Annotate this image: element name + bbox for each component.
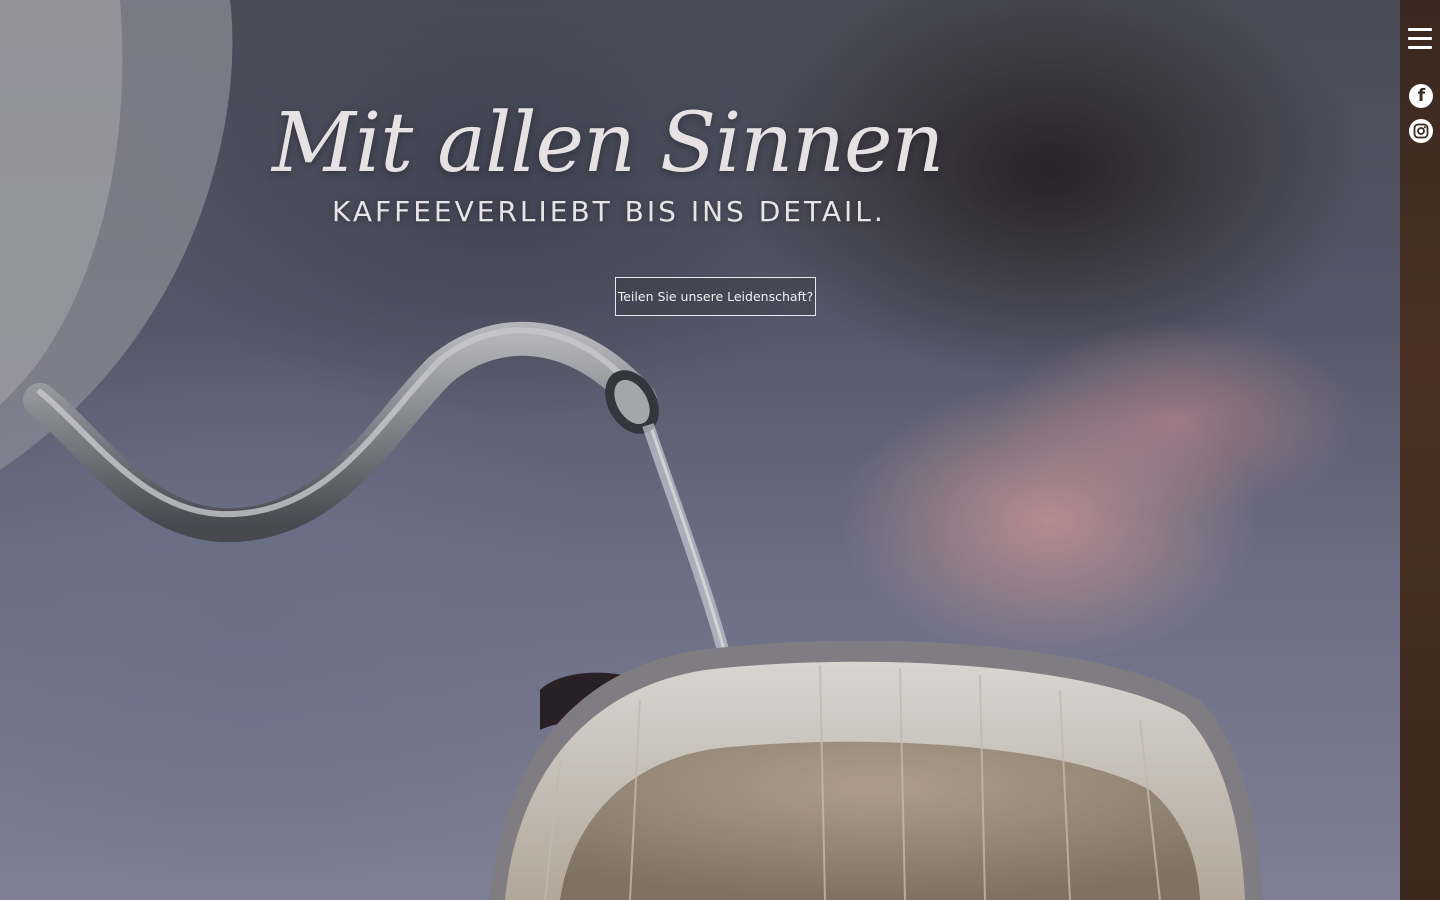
hero-headline: Mit allen Sinnen [272,96,944,191]
facebook-icon[interactable]: f [1409,84,1433,108]
hamburger-icon[interactable] [1408,28,1432,50]
instagram-icon[interactable] [1409,119,1433,143]
hero-section: Mit allen Sinnen KAFFEEVERLIEBT BIS INS … [0,0,1400,900]
share-passion-button[interactable]: Teilen Sie unsere Leidenschaft? [615,277,816,316]
hero-subline: KAFFEEVERLIEBT BIS INS DETAIL. [332,195,886,228]
